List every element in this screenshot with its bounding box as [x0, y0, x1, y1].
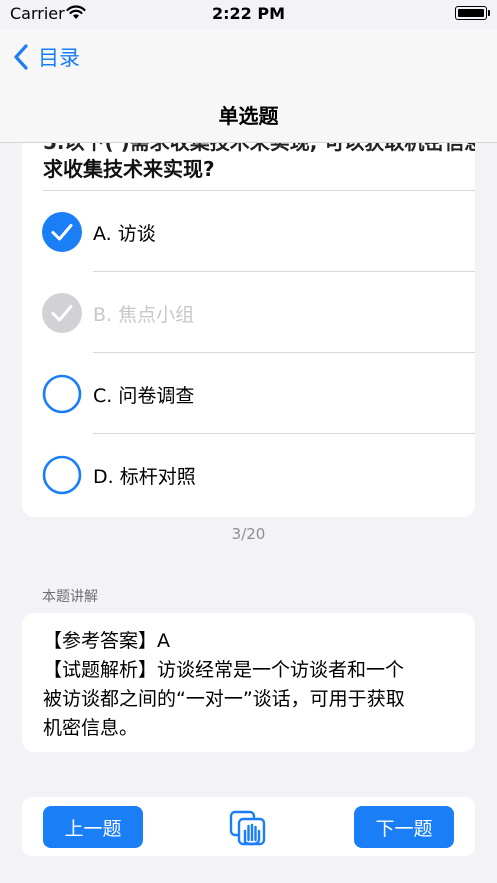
progress-indicator: 3/20 [231, 525, 266, 543]
back-label: 目录 [38, 46, 80, 70]
answer-line: 【参考答案】A [43, 630, 170, 652]
navigation-bar: 目录 单选题 [0, 30, 497, 143]
option-a[interactable]: A. 访谈 [22, 191, 475, 272]
status-bar: Carrier 2:22 PM [0, 0, 497, 30]
option-c-label: C. 问卷调查 [93, 385, 195, 407]
chevron-left-icon [14, 44, 28, 70]
explanation-text: 【参考答案】A 【试题解析】访谈经常是一个访谈者和一个 被访谈都之间的“一对一”… [43, 627, 463, 743]
battery-icon [455, 6, 490, 20]
page-title: 单选题 [218, 104, 279, 128]
option-b[interactable]: B. 焦点小组 [22, 272, 475, 353]
clock: 2:22 PM [211, 4, 285, 23]
option-c[interactable]: C. 问卷调查 [22, 353, 475, 434]
copy-hand-icon[interactable] [228, 809, 270, 847]
back-button[interactable]: 目录 [10, 40, 80, 74]
option-a-label: A. 访谈 [93, 223, 156, 245]
question-text-line2: 求收集技术来实现? [43, 157, 215, 181]
checkmark-circle-disabled-icon [42, 293, 82, 333]
analysis-line: 机密信息。 [43, 717, 139, 739]
option-d-label: D. 标杆对照 [93, 466, 196, 488]
option-b-label: B. 焦点小组 [93, 304, 195, 326]
explanation-header: 本题讲解 [42, 589, 98, 605]
option-d[interactable]: D. 标杆对照 [22, 434, 475, 515]
analysis-line: 被访谈都之间的“一对一”谈话，可用于获取 [43, 688, 405, 710]
explanation-card: 【参考答案】A 【试题解析】访谈经常是一个访谈者和一个 被访谈都之间的“一对一”… [22, 613, 475, 752]
analysis-line: 【试题解析】访谈经常是一个访谈者和一个 [43, 659, 405, 681]
empty-circle-icon [42, 374, 82, 414]
next-question-button[interactable]: 下一题 [354, 806, 454, 848]
previous-question-button[interactable]: 上一题 [43, 806, 143, 848]
empty-circle-icon [42, 455, 82, 495]
question-card: 5.以下( )需求收集技术来实现, 可以获取机密信息的需 求收集技术来实现? A… [22, 130, 475, 517]
bottom-toolbar: 上一题 下一题 [22, 797, 475, 856]
checkmark-circle-icon [42, 212, 82, 252]
